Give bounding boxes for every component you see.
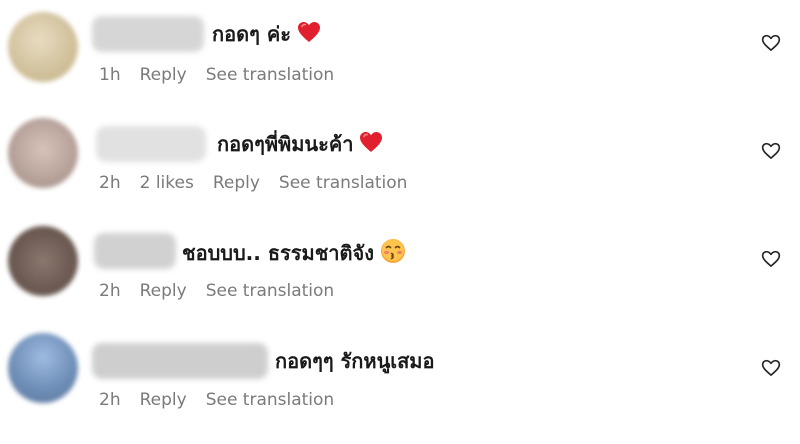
comment-text: กอดๆๆ รักหนูเสมอ	[275, 349, 435, 373]
comment-item: กอดๆพี่พิมนะค้า 2h 2 likes Reply See tra…	[0, 108, 800, 216]
likes-count[interactable]: 2 likes	[140, 172, 194, 194]
heart-emoji	[359, 131, 383, 160]
comment-item: ชอบบบ.. ธรรมชาติจัง 2h Reply See transla…	[0, 216, 800, 324]
avatar[interactable]	[8, 12, 78, 82]
like-heart-icon[interactable]	[761, 249, 781, 269]
comment-time: 2h	[99, 173, 121, 193]
username-blurred[interactable]	[92, 16, 204, 52]
comment-time: 2h	[99, 281, 121, 301]
reply-button[interactable]: Reply	[140, 389, 187, 411]
see-translation-link[interactable]: See translation	[279, 172, 408, 194]
comment-text: กอดๆพี่พิมนะค้า	[217, 132, 354, 156]
username-blurred[interactable]	[94, 233, 176, 269]
comment-text-row: กอดๆพี่พิมนะค้า	[217, 130, 383, 160]
comment-meta: 1h Reply See translation	[99, 64, 334, 86]
comment-meta: 2h Reply See translation	[99, 280, 334, 302]
comment-meta: 2h Reply See translation	[99, 389, 334, 411]
comment-item: กอดๆๆ รักหนูเสมอ 2h Reply See translatio…	[0, 325, 800, 433]
comment-text-row: ชอบบบ.. ธรรมชาติจัง	[182, 238, 406, 271]
see-translation-link[interactable]: See translation	[206, 280, 335, 302]
comment-text: ชอบบบ.. ธรรมชาติจัง	[182, 241, 374, 265]
comment-item: กอดๆ ค่ะ 1h Reply See translation	[0, 0, 800, 108]
avatar[interactable]	[8, 118, 78, 188]
comment-text-row: กอดๆ ค่ะ	[212, 20, 321, 50]
username-blurred[interactable]	[96, 126, 206, 162]
kissing-face-emoji	[380, 238, 406, 271]
like-heart-icon[interactable]	[761, 358, 781, 378]
comment-text-row: กอดๆๆ รักหนูเสมอ	[275, 347, 435, 375]
see-translation-link[interactable]: See translation	[206, 389, 335, 411]
reply-button[interactable]: Reply	[140, 64, 187, 86]
like-heart-icon[interactable]	[761, 33, 781, 53]
username-blurred[interactable]	[92, 343, 268, 379]
avatar[interactable]	[8, 333, 78, 403]
reply-button[interactable]: Reply	[213, 172, 260, 194]
see-translation-link[interactable]: See translation	[206, 64, 335, 86]
like-heart-icon[interactable]	[761, 141, 781, 161]
avatar[interactable]	[8, 226, 78, 296]
comment-time: 1h	[99, 65, 121, 85]
comment-time: 2h	[99, 390, 121, 410]
reply-button[interactable]: Reply	[140, 280, 187, 302]
heart-emoji	[297, 21, 321, 50]
comment-text: กอดๆ ค่ะ	[212, 22, 291, 46]
comment-meta: 2h 2 likes Reply See translation	[99, 172, 407, 194]
